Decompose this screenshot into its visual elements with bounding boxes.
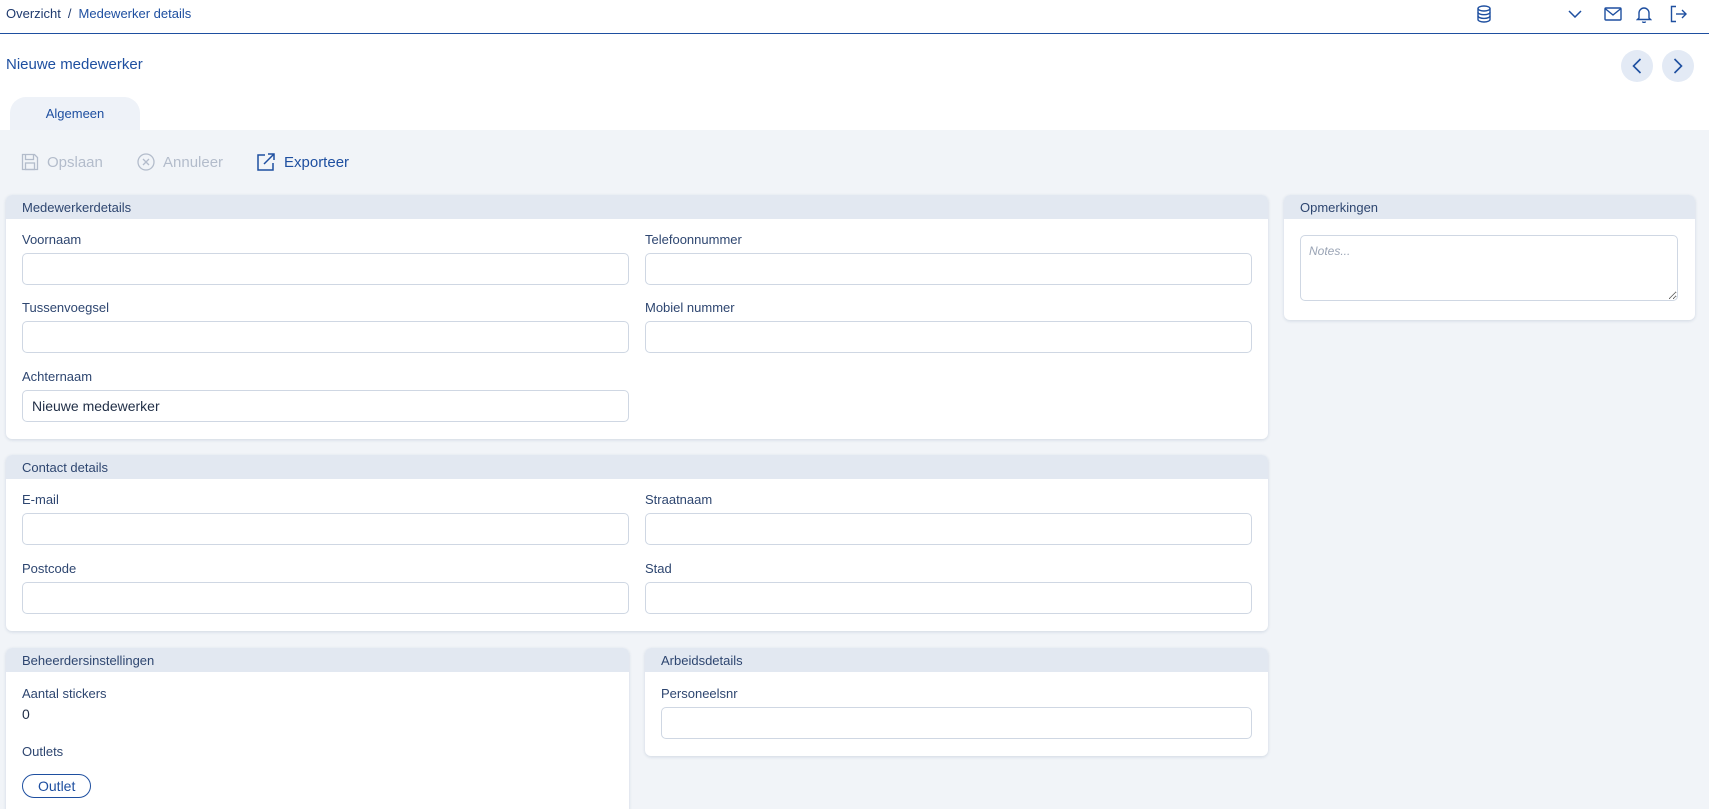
breadcrumb-current: Medewerker details — [78, 6, 192, 21]
save-icon — [21, 153, 39, 171]
chevron-down-icon[interactable] — [1565, 4, 1585, 24]
tab-algemeen[interactable]: Algemeen — [10, 97, 140, 130]
staff-number-input[interactable] — [661, 707, 1252, 739]
breadcrumb: Overzicht / Medewerker details — [6, 6, 191, 21]
notes-textarea[interactable] — [1300, 235, 1678, 301]
cancel-icon — [137, 153, 155, 171]
city-label: Stad — [645, 561, 672, 576]
export-button[interactable]: Exporteer — [256, 150, 349, 174]
chevron-left-icon — [1632, 58, 1642, 74]
contact-details-card: Contact details E-mail Straatnaam Postco… — [6, 455, 1268, 631]
save-button[interactable]: Opslaan — [21, 150, 103, 174]
cancel-button[interactable]: Annuleer — [137, 150, 223, 174]
street-input[interactable] — [645, 513, 1252, 545]
phone-input[interactable] — [645, 253, 1252, 285]
last-name-label: Achternaam — [22, 369, 93, 384]
infix-label: Tussenvoegsel — [22, 300, 109, 315]
page-title: Nieuwe medewerker — [6, 56, 143, 73]
employee-details-header: Medewerkerdetails — [6, 195, 1268, 219]
outlet-pill[interactable]: Outlet — [22, 774, 92, 798]
email-input[interactable] — [22, 513, 629, 545]
last-name-input[interactable] — [22, 390, 629, 422]
save-label: Opslaan — [47, 153, 103, 171]
infix-input[interactable] — [22, 321, 629, 353]
database-icon[interactable] — [1474, 4, 1494, 24]
tab-label: Algemeen — [45, 106, 105, 121]
logout-icon[interactable] — [1668, 4, 1688, 24]
cancel-label: Annuleer — [163, 153, 224, 171]
breadcrumb-separator: / — [67, 6, 72, 21]
mail-icon[interactable] — [1603, 4, 1623, 24]
mobile-label: Mobiel nummer — [645, 300, 735, 315]
admin-settings-header: Beheerdersinstellingen — [6, 648, 629, 672]
outlets-label: Outlets — [22, 744, 64, 759]
content-area: Opslaan Annuleer Exporteer Medewerkerdet… — [0, 130, 1709, 809]
bell-icon[interactable] — [1634, 4, 1654, 24]
stickers-value: 0 — [22, 706, 30, 722]
mobile-input[interactable] — [645, 321, 1252, 353]
stickers-label: Aantal stickers — [22, 686, 107, 701]
first-name-label: Voornaam — [22, 232, 82, 247]
work-details-header: Arbeidsdetails — [645, 648, 1268, 672]
email-label: E-mail — [22, 492, 59, 507]
next-button[interactable] — [1662, 50, 1694, 82]
street-label: Straatnaam — [645, 492, 713, 507]
employee-details-card: Medewerkerdetails Voornaam Telefoonnumme… — [6, 195, 1268, 439]
remarks-card: Opmerkingen — [1284, 195, 1695, 320]
city-input[interactable] — [645, 582, 1252, 614]
staff-number-label: Personeelsnr — [661, 686, 738, 701]
work-details-card: Arbeidsdetails Personeelsnr — [645, 648, 1268, 756]
phone-label: Telefoonnummer — [645, 232, 742, 247]
chevron-right-icon — [1673, 58, 1683, 74]
contact-details-header: Contact details — [6, 455, 1268, 479]
admin-settings-card: Beheerdersinstellingen Aantal stickers 0… — [6, 648, 629, 809]
postcode-label: Postcode — [22, 561, 77, 576]
breadcrumb-overview[interactable]: Overzicht — [6, 6, 61, 21]
first-name-input[interactable] — [22, 253, 629, 285]
top-bar: Overzicht / Medewerker details — [0, 0, 1709, 34]
export-label: Exporteer — [284, 153, 350, 171]
remarks-header: Opmerkingen — [1284, 195, 1695, 219]
previous-button[interactable] — [1621, 50, 1653, 82]
postcode-input[interactable] — [22, 582, 629, 614]
export-icon — [256, 152, 276, 172]
